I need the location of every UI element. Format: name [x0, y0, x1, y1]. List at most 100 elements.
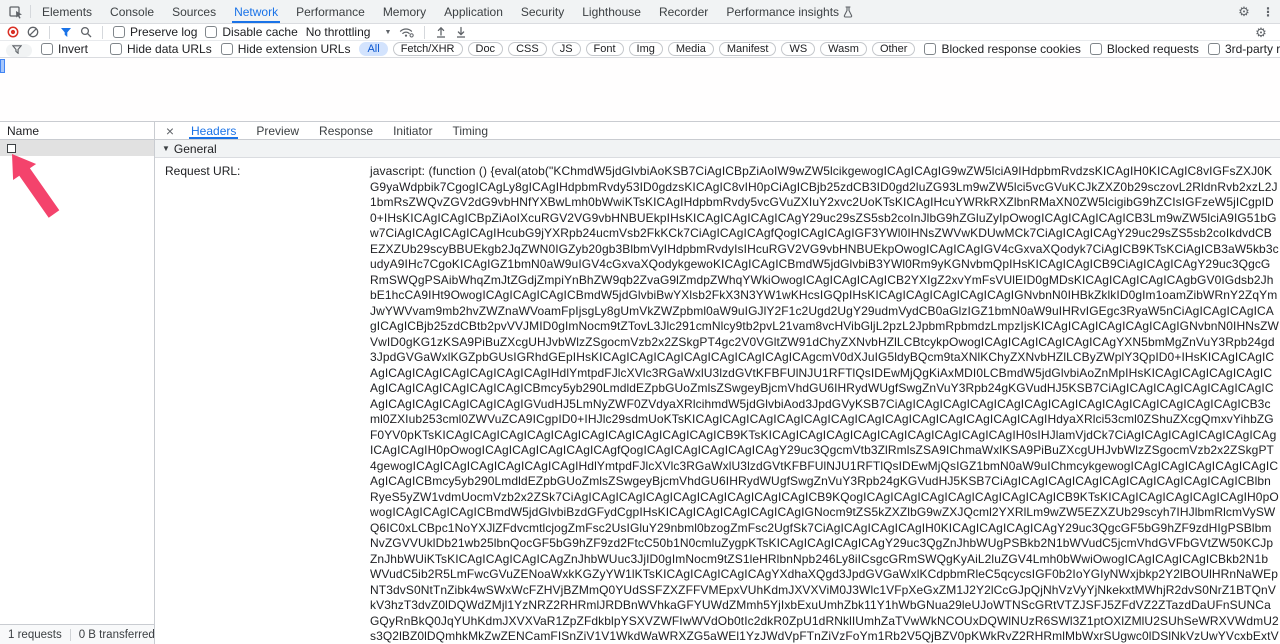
pill-ws[interactable]: WS — [781, 42, 815, 56]
throttling-dropdown[interactable]: No throttling ▼ — [306, 25, 392, 39]
toolbar-divider — [424, 26, 425, 39]
request-row-selected[interactable] — [0, 140, 154, 156]
tab-label: Console — [110, 5, 154, 19]
export-har-icon[interactable] — [455, 26, 467, 38]
checkbox-icon — [113, 26, 125, 38]
pill-media[interactable]: Media — [668, 42, 714, 56]
tab-label: Lighthouse — [582, 5, 641, 19]
pill-img[interactable]: Img — [629, 42, 663, 56]
checkbox-icon — [110, 43, 122, 55]
tab-performance-insights[interactable]: Performance insights — [717, 0, 862, 23]
invert-checkbox[interactable]: Invert — [41, 42, 88, 56]
tab-lighthouse[interactable]: Lighthouse — [573, 0, 650, 23]
pill-css[interactable]: CSS — [508, 42, 547, 56]
clear-network-log-icon[interactable] — [27, 26, 39, 38]
request-url-value[interactable]: javascript: (function () {eval(atob("KCh… — [370, 164, 1280, 644]
disable-cache-checkbox[interactable]: Disable cache — [205, 25, 297, 39]
tab-recorder[interactable]: Recorder — [650, 0, 717, 23]
tab-performance[interactable]: Performance — [287, 0, 374, 23]
network-conditions-icon[interactable] — [399, 26, 414, 38]
general-section-header[interactable]: ▼ General — [155, 140, 1280, 158]
network-settings-gear-icon[interactable]: ⚙ — [1249, 26, 1273, 39]
details-tab-preview[interactable]: Preview — [246, 122, 309, 139]
details-tab-response[interactable]: Response — [309, 122, 383, 139]
toolbar-divider — [30, 5, 31, 18]
close-details-icon[interactable]: × — [159, 122, 181, 139]
settings-gear-icon[interactable]: ⚙ — [1232, 0, 1256, 23]
pill-fetch-xhr[interactable]: Fetch/XHR — [393, 42, 463, 56]
tab-sources[interactable]: Sources — [163, 0, 225, 23]
transferred-size: 0 B transferred — [79, 629, 164, 641]
tab-memory[interactable]: Memory — [374, 0, 435, 23]
tab-label: Elements — [42, 5, 92, 19]
pill-wasm[interactable]: Wasm — [820, 42, 867, 56]
tab-label: Memory — [383, 5, 426, 19]
filter-funnel-icon[interactable] — [60, 27, 72, 38]
pill-js[interactable]: JS — [552, 42, 581, 56]
checkbox-icon — [221, 43, 233, 55]
checkbox-icon — [205, 26, 217, 38]
request-url-row: Request URL: javascript: (function () {e… — [155, 158, 1280, 644]
record-network-log-icon[interactable] — [7, 26, 19, 38]
pill-doc[interactable]: Doc — [468, 42, 504, 56]
network-main-area: Name 1 requests 0 B transferred × Header… — [0, 122, 1280, 644]
pill-manifest[interactable]: Manifest — [719, 42, 777, 56]
tab-label: Recorder — [659, 5, 708, 19]
checkbox-icon — [41, 43, 53, 55]
devtools-tabbar: Elements Console Sources Network Perform… — [0, 0, 1280, 24]
tab-label: Application — [444, 5, 503, 19]
overview-selection-handle[interactable] — [0, 59, 5, 73]
flask-icon — [843, 6, 853, 18]
request-document-icon — [7, 144, 16, 153]
throttling-value: No throttling — [306, 25, 371, 39]
tab-label: Security — [521, 5, 564, 19]
details-tab-headers[interactable]: Headers — [181, 122, 246, 139]
toolbar-divider — [49, 26, 50, 39]
request-url-label: Request URL: — [165, 164, 370, 180]
tab-console[interactable]: Console — [101, 0, 163, 23]
pill-all[interactable]: All — [359, 42, 387, 56]
filter-funnel-icon — [12, 45, 22, 54]
tab-network[interactable]: Network — [225, 0, 287, 23]
inspect-element-icon[interactable] — [4, 0, 28, 23]
details-tabbar: × Headers Preview Response Initiator Tim… — [155, 122, 1280, 140]
blocked-requests-label: Blocked requests — [1107, 42, 1199, 56]
tab-elements[interactable]: Elements — [33, 0, 101, 23]
hide-data-urls-label: Hide data URLs — [127, 42, 212, 56]
disclosure-triangle-icon: ▼ — [162, 144, 170, 153]
blocked-requests-checkbox[interactable]: Blocked requests — [1090, 42, 1199, 56]
pill-other[interactable]: Other — [872, 42, 916, 56]
request-list-empty-space — [0, 156, 154, 624]
checkbox-icon — [1208, 43, 1220, 55]
toolbar-divider — [102, 26, 103, 39]
third-party-requests-label: 3rd-party requests — [1225, 42, 1280, 56]
third-party-requests-checkbox[interactable]: 3rd-party requests — [1208, 42, 1280, 56]
name-header-label: Name — [7, 124, 39, 138]
hide-data-urls-checkbox[interactable]: Hide data URLs — [110, 42, 212, 56]
name-column-header[interactable]: Name — [0, 122, 154, 140]
network-summary-bar: 1 requests 0 B transferred — [0, 624, 154, 644]
import-har-icon[interactable] — [435, 26, 447, 38]
panel-tabs: Elements Console Sources Network Perform… — [33, 0, 862, 23]
blocked-response-cookies-checkbox[interactable]: Blocked response cookies — [924, 42, 1080, 56]
tab-security[interactable]: Security — [512, 0, 573, 23]
details-tab-initiator[interactable]: Initiator — [383, 122, 442, 139]
general-section-title: General — [174, 142, 217, 156]
chevron-down-icon: ▼ — [384, 29, 391, 36]
request-details-pane: × Headers Preview Response Initiator Tim… — [155, 122, 1280, 644]
network-overview-strip[interactable] — [0, 58, 1280, 122]
preserve-log-checkbox[interactable]: Preserve log — [113, 25, 197, 39]
hide-extension-urls-label: Hide extension URLs — [238, 42, 351, 56]
disable-cache-label: Disable cache — [222, 25, 297, 39]
tab-application[interactable]: Application — [435, 0, 512, 23]
tab-label: Performance — [296, 5, 365, 19]
network-filter-bar: Invert Hide data URLs Hide extension URL… — [0, 41, 1280, 58]
more-options-icon[interactable]: ⋮ — [1256, 0, 1280, 23]
invert-label: Invert — [58, 42, 88, 56]
details-tab-timing[interactable]: Timing — [442, 122, 498, 139]
hide-extension-urls-checkbox[interactable]: Hide extension URLs — [221, 42, 351, 56]
search-icon[interactable] — [80, 26, 92, 38]
pill-font[interactable]: Font — [586, 42, 624, 56]
request-list-pane: Name 1 requests 0 B transferred — [0, 122, 155, 644]
blocked-response-cookies-label: Blocked response cookies — [941, 42, 1080, 56]
